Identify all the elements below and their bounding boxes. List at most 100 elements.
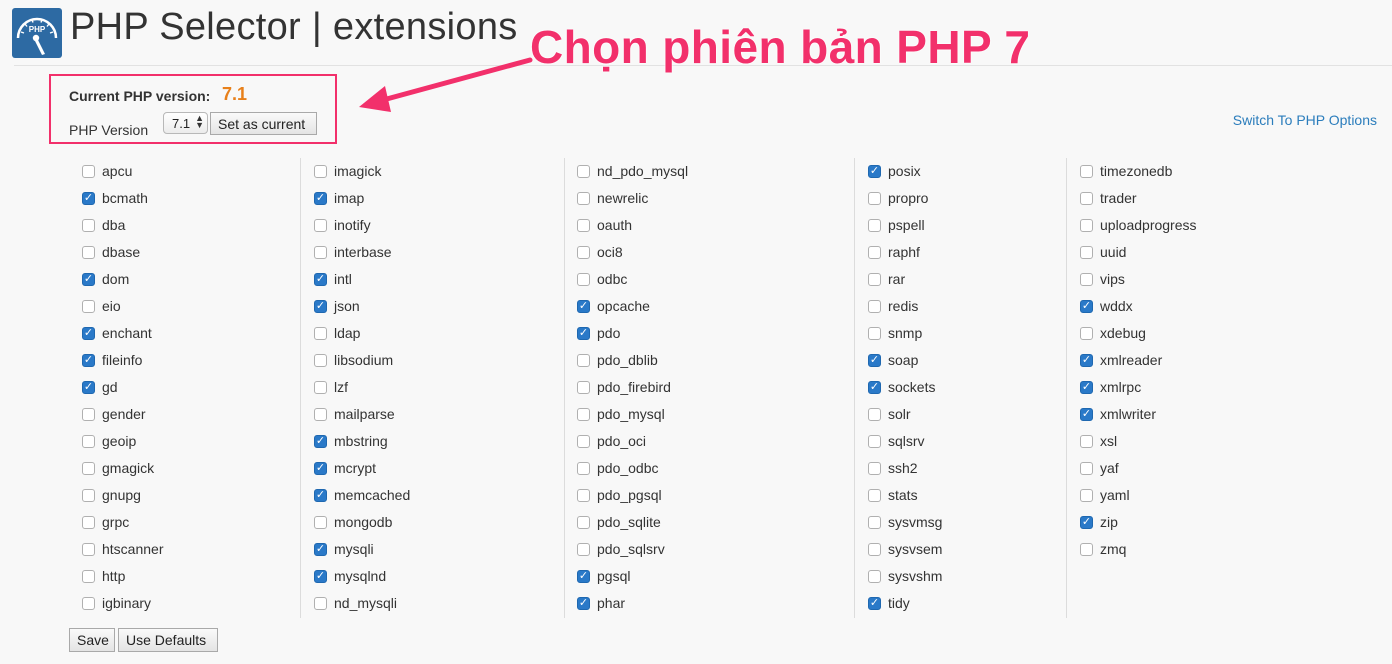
extension-checkbox[interactable] [868, 516, 881, 529]
extension-checkbox-checked[interactable]: ✓ [1080, 300, 1093, 313]
extension-checkbox-checked[interactable]: ✓ [82, 354, 95, 367]
extension-checkbox-checked[interactable]: ✓ [82, 273, 95, 286]
extension-checkbox[interactable] [868, 543, 881, 556]
extension-checkbox[interactable] [868, 219, 881, 232]
extension-checkbox-checked[interactable]: ✓ [577, 327, 590, 340]
extension-checkbox[interactable] [868, 192, 881, 205]
extension-name: xmlreader [1100, 352, 1163, 368]
extension-checkbox-checked[interactable]: ✓ [1080, 408, 1093, 421]
extension-name: ldap [334, 325, 361, 341]
extension-checkbox[interactable] [1080, 462, 1093, 475]
extension-checkbox[interactable] [82, 570, 95, 583]
extension-checkbox[interactable] [314, 408, 327, 421]
column-divider [1066, 158, 1067, 618]
extension-checkbox[interactable] [1080, 246, 1093, 259]
extension-checkbox-checked[interactable]: ✓ [868, 381, 881, 394]
extension-checkbox[interactable] [82, 435, 95, 448]
set-as-current-button[interactable]: Set as current [210, 112, 317, 135]
extension-checkbox-checked[interactable]: ✓ [314, 300, 327, 313]
extension-checkbox-checked[interactable]: ✓ [314, 192, 327, 205]
extension-checkbox-checked[interactable]: ✓ [577, 597, 590, 610]
column-divider [564, 158, 565, 618]
extension-checkbox[interactable] [82, 516, 95, 529]
extension-checkbox-checked[interactable]: ✓ [82, 327, 95, 340]
extension-name: xmlrpc [1100, 379, 1142, 395]
switch-to-php-options-link[interactable]: Switch To PHP Options [1233, 112, 1377, 128]
extension-checkbox-checked[interactable]: ✓ [868, 165, 881, 178]
extension-checkbox[interactable] [1080, 219, 1093, 232]
extension-checkbox[interactable] [314, 381, 327, 394]
extension-checkbox[interactable] [1080, 165, 1093, 178]
extension-checkbox[interactable] [82, 489, 95, 502]
extension-checkbox[interactable] [82, 597, 95, 610]
extension-checkbox[interactable] [82, 462, 95, 475]
extension-checkbox-checked[interactable]: ✓ [577, 300, 590, 313]
extension-checkbox[interactable] [577, 246, 590, 259]
extension-checkbox[interactable] [577, 408, 590, 421]
extension-checkbox[interactable] [868, 327, 881, 340]
extension-checkbox[interactable] [314, 246, 327, 259]
extension-checkbox[interactable] [1080, 192, 1093, 205]
extension-name: fileinfo [102, 352, 143, 368]
extension-checkbox[interactable] [82, 300, 95, 313]
checkmark-icon: ✓ [1081, 516, 1092, 528]
extension-checkbox-checked[interactable]: ✓ [314, 543, 327, 556]
extension-checkbox-checked[interactable]: ✓ [868, 354, 881, 367]
extension-checkbox[interactable] [577, 435, 590, 448]
extension-checkbox[interactable] [868, 435, 881, 448]
extension-checkbox-checked[interactable]: ✓ [1080, 381, 1093, 394]
extension-checkbox[interactable] [577, 219, 590, 232]
extension-checkbox[interactable] [868, 273, 881, 286]
extension-checkbox[interactable] [577, 489, 590, 502]
extension-checkbox-checked[interactable]: ✓ [82, 381, 95, 394]
extension-checkbox[interactable] [1080, 327, 1093, 340]
extension-checkbox[interactable] [82, 219, 95, 232]
extension-checkbox[interactable] [868, 246, 881, 259]
extension-checkbox[interactable] [1080, 543, 1093, 556]
extension-checkbox-checked[interactable]: ✓ [314, 570, 327, 583]
extension-checkbox[interactable] [314, 354, 327, 367]
extension-checkbox[interactable] [577, 462, 590, 475]
use-defaults-button[interactable]: Use Defaults [118, 628, 218, 652]
extension-checkbox[interactable] [868, 408, 881, 421]
extension-checkbox[interactable] [82, 246, 95, 259]
extension-checkbox[interactable] [314, 597, 327, 610]
extension-checkbox-checked[interactable]: ✓ [1080, 354, 1093, 367]
extension-name: pgsql [597, 568, 631, 584]
extension-checkbox[interactable] [82, 408, 95, 421]
extension-checkbox[interactable] [577, 543, 590, 556]
extension-checkbox-checked[interactable]: ✓ [1080, 516, 1093, 529]
extension-checkbox[interactable] [577, 273, 590, 286]
extension-name: pdo_sqlsrv [597, 541, 665, 557]
extension-checkbox-checked[interactable]: ✓ [82, 192, 95, 205]
extension-name: mcrypt [334, 460, 376, 476]
extension-checkbox[interactable] [314, 327, 327, 340]
extension-checkbox[interactable] [577, 381, 590, 394]
extension-checkbox-checked[interactable]: ✓ [868, 597, 881, 610]
extension-checkbox-checked[interactable]: ✓ [314, 462, 327, 475]
extension-checkbox[interactable] [1080, 435, 1093, 448]
extension-checkbox[interactable] [314, 219, 327, 232]
extension-name: trader [1100, 190, 1137, 206]
extension-checkbox[interactable] [868, 462, 881, 475]
extension-checkbox[interactable] [868, 489, 881, 502]
extension-checkbox[interactable] [577, 165, 590, 178]
extension-checkbox[interactable] [82, 165, 95, 178]
extension-checkbox-checked[interactable]: ✓ [577, 570, 590, 583]
extension-checkbox[interactable] [1080, 273, 1093, 286]
extension-name: mongodb [334, 514, 393, 530]
extension-checkbox-checked[interactable]: ✓ [314, 435, 327, 448]
extension-checkbox[interactable] [577, 516, 590, 529]
extension-checkbox-checked[interactable]: ✓ [314, 273, 327, 286]
extension-checkbox-checked[interactable]: ✓ [314, 489, 327, 502]
extension-checkbox[interactable] [868, 570, 881, 583]
save-button[interactable]: Save [69, 628, 115, 652]
extension-checkbox[interactable] [314, 165, 327, 178]
extension-checkbox[interactable] [1080, 489, 1093, 502]
extension-checkbox[interactable] [82, 543, 95, 556]
extension-checkbox[interactable] [868, 300, 881, 313]
php-version-select[interactable]: 7.1 ▲ ▼ [163, 112, 208, 134]
extension-checkbox[interactable] [577, 192, 590, 205]
extension-checkbox[interactable] [314, 516, 327, 529]
extension-checkbox[interactable] [577, 354, 590, 367]
